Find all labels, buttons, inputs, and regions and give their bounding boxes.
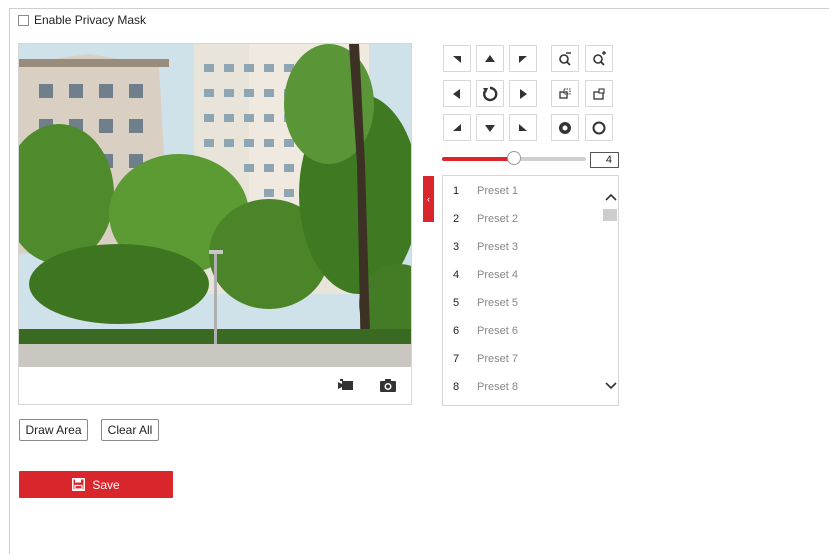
zoom-in-icon (593, 50, 606, 66)
preset-item[interactable]: 1 Preset 1 (443, 177, 603, 205)
preset-item[interactable]: 8 Preset 8 (443, 373, 603, 401)
pan-up-button[interactable] (476, 45, 504, 72)
save-button-label: Save (92, 477, 120, 492)
save-icon (72, 478, 86, 491)
scroll-down-icon[interactable] (603, 377, 618, 393)
preset-name: Preset 7 (477, 353, 518, 365)
preset-name: Preset 3 (477, 241, 518, 253)
arrow-down-icon (485, 124, 495, 132)
preset-item[interactable]: 7 Preset 7 (443, 345, 603, 373)
zoom-in-button[interactable] (585, 45, 613, 72)
scroll-up-icon[interactable] (603, 190, 618, 206)
arrow-left-icon (453, 88, 460, 99)
preset-name: Preset 4 (477, 269, 518, 281)
video-toolbar (19, 367, 411, 404)
video-frame-scene (19, 44, 411, 367)
live-view-panel (18, 43, 412, 405)
pan-right-button[interactable] (509, 80, 537, 107)
ptz-speed-slider-thumb[interactable] (507, 151, 521, 165)
iris-close-button[interactable] (585, 114, 613, 141)
ptz-speed-slider[interactable] (442, 151, 586, 165)
iris-open-button[interactable] (551, 114, 579, 141)
preset-name: Preset 6 (477, 325, 518, 337)
record-icon[interactable] (337, 377, 355, 393)
preset-number: 7 (453, 353, 460, 365)
enable-privacy-mask-label: Enable Privacy Mask (34, 13, 147, 27)
enable-privacy-mask-checkbox[interactable] (18, 14, 29, 26)
preset-item[interactable]: 3 Preset 3 (443, 233, 603, 261)
preset-name: Preset 2 (477, 213, 518, 225)
preset-name: Preset 5 (477, 297, 518, 309)
auto-scan-button[interactable] (476, 80, 504, 107)
focus-near-icon (559, 88, 571, 99)
arrow-up-icon (485, 54, 495, 62)
draw-area-button[interactable]: Draw Area (19, 419, 88, 441)
zoom-out-button[interactable] (551, 45, 579, 72)
preset-number: 8 (453, 381, 460, 393)
arrow-right-icon (520, 88, 527, 99)
preset-name: Preset 8 (477, 381, 518, 393)
preset-number: 2 (453, 213, 460, 225)
preset-item[interactable]: 5 Preset 5 (443, 289, 603, 317)
iris-close-icon (592, 121, 606, 134)
preset-list: 1 Preset 1 2 Preset 2 3 Preset 3 4 Preset 4 5 Pre… (442, 175, 619, 406)
pan-up-left-button[interactable] (443, 45, 471, 72)
preset-item[interactable]: 4 Preset 4 (443, 261, 603, 289)
chevron-left-icon: ‹ (427, 194, 430, 204)
iris-open-icon (559, 121, 571, 134)
refresh-icon (483, 86, 498, 101)
preset-list-scrollbar-thumb[interactable] (603, 209, 617, 221)
camera-icon[interactable] (379, 377, 397, 393)
preset-number: 5 (453, 297, 460, 309)
arrow-down-left-icon (453, 123, 461, 131)
focus-far-icon (593, 87, 605, 100)
focus-near-button[interactable] (551, 80, 579, 107)
pan-down-right-button[interactable] (509, 114, 537, 141)
privacy-mask-row: Enable Privacy Mask (18, 13, 146, 27)
pan-down-button[interactable] (476, 114, 504, 141)
preset-number: 1 (453, 185, 460, 197)
ptz-speed-value-input[interactable]: 4 (590, 152, 619, 168)
collapse-panel-tab[interactable]: ‹ (423, 176, 434, 222)
pan-down-left-button[interactable] (443, 114, 471, 141)
preset-item[interactable]: 2 Preset 2 (443, 205, 603, 233)
preset-name: Preset 1 (477, 185, 518, 197)
live-video-image[interactable] (19, 44, 411, 367)
pan-left-button[interactable] (443, 80, 471, 107)
arrow-up-left-icon (453, 55, 461, 63)
preset-number: 4 (453, 269, 460, 281)
preset-item[interactable]: 6 Preset 6 (443, 317, 603, 345)
preset-number: 3 (453, 241, 460, 253)
save-button[interactable]: Save (19, 471, 173, 498)
arrow-up-right-icon (519, 55, 527, 63)
pan-up-right-button[interactable] (509, 45, 537, 72)
clear-all-button[interactable]: Clear All (101, 419, 159, 441)
focus-far-button[interactable] (585, 80, 613, 107)
ptz-speed-slider-fill (442, 157, 514, 161)
preset-number: 6 (453, 325, 460, 337)
zoom-out-icon (559, 51, 571, 66)
arrow-down-right-icon (519, 123, 527, 131)
